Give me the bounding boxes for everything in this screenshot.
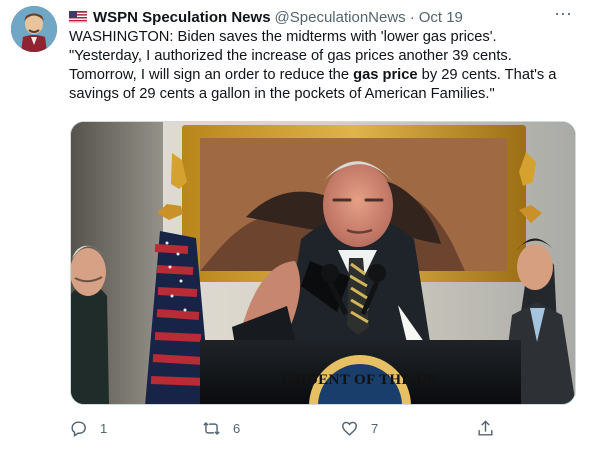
retweet-icon [203, 421, 220, 435]
share-icon [478, 419, 493, 436]
gas-price-text: gas price [353, 67, 418, 83]
tweet-line-3-after: by 29 cents. That's a [417, 67, 557, 83]
presidential-seal-text: ESIDENT OF THE UN [282, 372, 439, 388]
tweet-text: WASHINGTON: Biden saves the midterms wit… [69, 28, 579, 104]
tweet-actions: 1 6 7 [69, 417, 509, 439]
tweet-header: WSPN Speculation News @SpeculationNews ·… [69, 4, 575, 28]
tweet-line-2: "Yesterday, I authorized the increase of… [69, 48, 512, 64]
author-handle[interactable]: @SpeculationNews [275, 9, 406, 26]
header-separator: · [409, 8, 415, 26]
tweet-photo[interactable]: ESIDENT OF THE UN [70, 121, 576, 405]
tweet-date[interactable]: Oct 19 [419, 9, 463, 26]
tweet-line-3: Tomorrow, I will sign an order to reduce… [69, 66, 579, 85]
author-name[interactable]: WSPN Speculation News [93, 9, 271, 26]
reply-count: 1 [100, 420, 108, 436]
retweet-count: 6 [233, 420, 241, 436]
us-flag-icon [69, 11, 87, 23]
tweet-card[interactable]: WSPN Speculation News @SpeculationNews ·… [0, 0, 589, 451]
heart-icon [342, 421, 357, 436]
retweet-button[interactable]: 6 [202, 417, 240, 439]
share-button[interactable] [476, 417, 507, 439]
tweet-line-3-before: Tomorrow, I will sign an order to reduce… [69, 67, 354, 83]
reply-button[interactable]: 1 [69, 417, 107, 439]
profile-avatar[interactable] [11, 6, 57, 52]
like-count: 7 [371, 420, 379, 436]
like-button[interactable]: 7 [340, 417, 378, 439]
tweet-line-1: WASHINGTON: Biden saves the midterms wit… [69, 29, 497, 45]
tweet-line-4: savings of 29 cents a gallon in the pock… [69, 86, 495, 102]
reply-icon [71, 420, 86, 437]
more-horizontal-icon[interactable]: ··· [551, 4, 575, 28]
